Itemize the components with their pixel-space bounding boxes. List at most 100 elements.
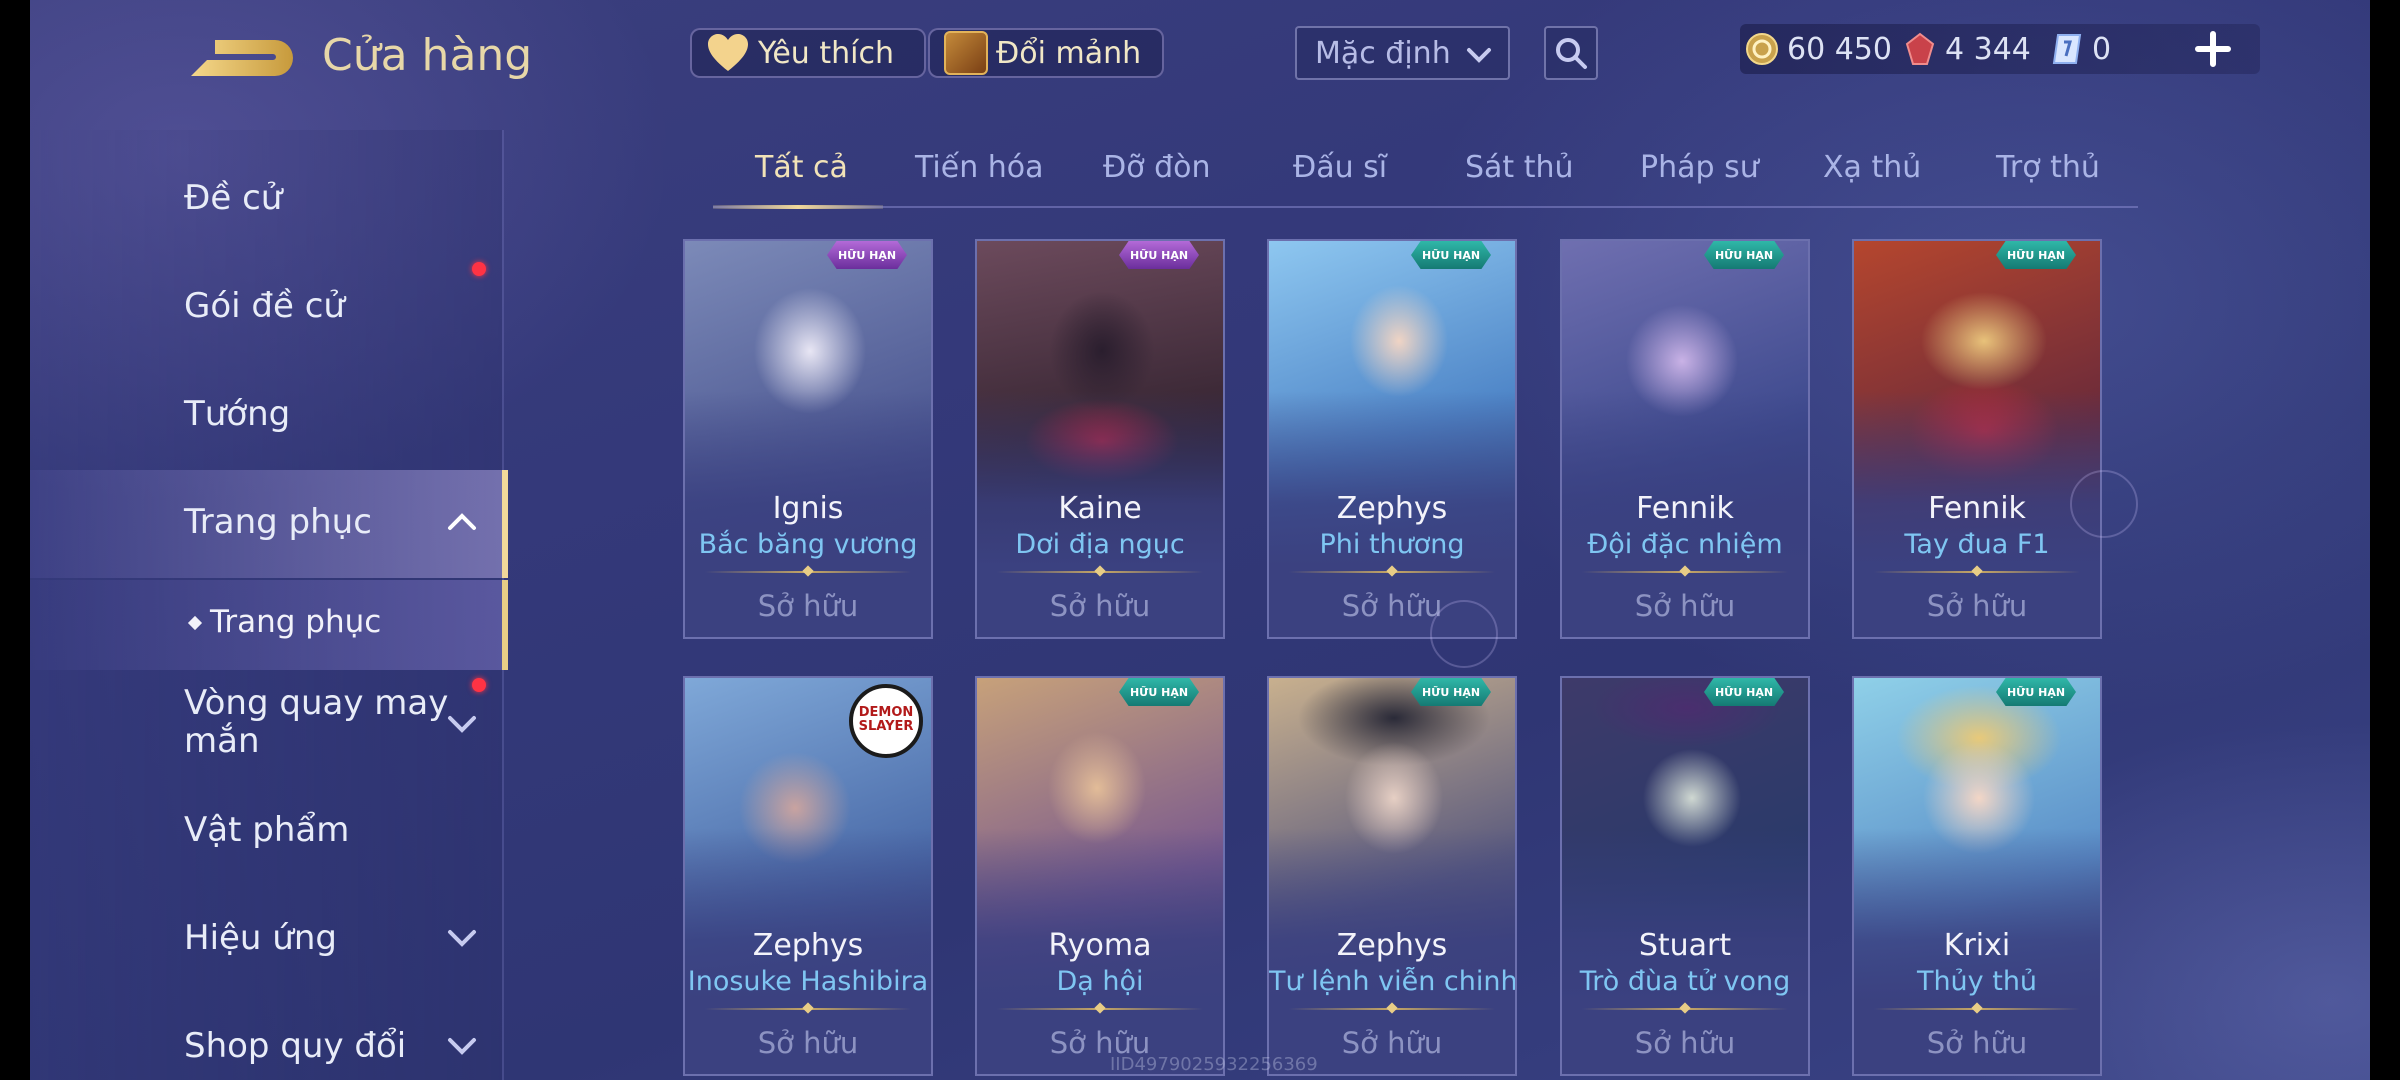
divider [1874,571,2080,573]
ruby-icon [1905,32,1935,65]
sidebar-item-label: Vòng quay may mắn [184,683,449,761]
skin-card[interactable]: AHỮU HẠN Zephys Phi thương Sở hữu [1267,239,1517,639]
skin-name: Tư lệnh viễn chinh [1269,966,1517,997]
add-currency-button[interactable] [2190,26,2236,72]
voucher-ticket-icon [2052,34,2082,64]
hero-name: Fennik [1636,491,1734,526]
hero-name: Ignis [772,491,844,526]
tab-marksman[interactable]: Xạ thủ [1823,150,1921,185]
tab-all[interactable]: Tất cả [755,150,848,185]
hero-name: Ryoma [1048,928,1152,963]
sidebar-item-recommended-bundles[interactable]: Gói đề cử [30,254,502,362]
sidebar-subitem-label: Trang phục [210,604,382,640]
decorative-ring [1430,600,1498,668]
owned-status: Sở hữu [757,589,859,623]
divider [705,571,911,573]
tab-fighter[interactable]: Đấu sĩ [1293,150,1387,185]
skin-name: Bắc băng vương [698,529,918,560]
sidebar-item-label: Đề cử [184,178,283,218]
sidebar-item-label: Hiệu ứng [184,918,337,958]
divider [1582,1008,1788,1010]
hero-name: Kaine [1058,491,1142,526]
back-arrow-icon [191,40,293,76]
limited-badge: AHỮU HẠN [1996,241,2076,269]
skin-card[interactable]: AHỮU HẠN Ryoma Dạ hội Sở hữu [975,676,1225,1076]
divider [1289,1008,1495,1010]
owned-status: Sở hữu [1634,1026,1736,1060]
sidebar-item-label: Gói đề cử [184,286,345,326]
skin-name: Tay đua F1 [1904,529,2050,560]
hero-name: Zephys [1336,928,1448,963]
tab-support[interactable]: Trợ thủ [1996,150,2100,185]
sidebar-item-label: Shop quy đổi [184,1026,407,1066]
limited-badge: AHỮU HẠN [1996,678,2076,706]
ticket-balance: 0 [2050,24,2111,74]
owned-status: Sở hữu [757,1026,859,1060]
limited-badge: SHỮU HẠN [1119,241,1199,269]
tab-mage[interactable]: Pháp sư [1640,150,1759,185]
chevron-up-icon [448,513,476,530]
sidebar-item-recommended[interactable]: Đề cử [30,146,502,254]
shard-chest-icon [944,31,988,75]
skin-card[interactable]: AHỮU HẠN Krixi Thủy thủ Sở hữu [1852,676,2102,1076]
skin-name: Inosuke Hashibira [687,966,929,997]
divider [705,1008,911,1010]
search-icon [1556,38,1587,69]
skin-name: Dơi địa ngục [1015,529,1185,560]
sidebar-subitem-skins[interactable]: Trang phục [30,580,508,670]
skin-name: Phi thương [1319,529,1465,560]
decorative-ring [2070,470,2138,538]
chevron-down-icon [448,716,476,733]
divider [997,1008,1203,1010]
sidebar-item-skins[interactable]: Trang phục [30,470,508,578]
heart-icon [708,34,748,71]
back-button[interactable] [185,30,305,90]
plus-icon [2195,31,2231,67]
limited-badge: AHỮU HẠN [1411,241,1491,269]
skin-card[interactable]: SHỮU HẠN Kaine Dơi địa ngục Sở hữu [975,239,1225,639]
skin-card[interactable]: AHỮU HẠN Fennik Tay đua F1 Sở hữu [1852,239,2102,639]
skin-card[interactable]: AHỮU HẠN Stuart Trò đùa tử vong Sở hữu [1560,676,1810,1076]
divider [1289,571,1495,573]
sidebar-item-items[interactable]: Vật phẩm [30,778,502,886]
sort-value: Mặc định [1315,35,1451,71]
skin-card[interactable]: DEMON SLAYER Zephys Inosuke Hashibira Sở… [683,676,933,1076]
hero-name: Fennik [1928,491,2026,526]
sort-dropdown[interactable]: Mặc định [1295,26,1510,80]
hero-name: Stuart [1638,928,1732,963]
category-tabs: Tất cả Tiến hóa Đỡ đòn Đấu sĩ Sát thủ Ph… [713,140,2138,209]
skin-name: Thủy thủ [1916,966,2038,997]
sidebar-item-lucky-wheel[interactable]: Vòng quay may mắn [30,670,502,786]
notification-dot [472,678,486,692]
tab-tank[interactable]: Đỡ đòn [1103,150,1211,185]
hero-name: Krixi [1943,928,2011,963]
owned-status: Sở hữu [1049,589,1151,623]
skin-name: Đội đặc nhiệm [1587,529,1783,560]
favorite-label: Yêu thích [758,35,894,71]
divider [997,571,1203,573]
sidebar-item-label: Vật phẩm [184,810,350,850]
tab-evolution[interactable]: Tiến hóa [915,150,1044,185]
limited-badge: AHỮU HẠN [1119,678,1199,706]
shop-screen: Cửa hàng Yêu thích Đổi mảnh Mặc định 60 … [30,0,2370,1080]
ticket-amount: 0 [2092,31,2112,67]
exchange-shards-button[interactable]: Đổi mảnh [928,28,1164,78]
search-button[interactable] [1544,26,1598,80]
skin-card[interactable]: AHỮU HẠN Fennik Đội đặc nhiệm Sở hữu [1560,239,1810,639]
sidebar-item-effects[interactable]: Hiệu ứng [30,886,502,994]
favorite-button[interactable]: Yêu thích [690,28,926,78]
divider [1874,1008,2080,1010]
skin-card[interactable]: AHỮU HẠN Zephys Tư lệnh viễn chinh Sở hữ… [1267,676,1517,1076]
tab-assassin[interactable]: Sát thủ [1465,150,1574,185]
sidebar-item-exchange-shop[interactable]: Shop quy đổi [30,994,502,1080]
bullet-diamond-icon [187,615,203,631]
gold-amount: 60 450 [1787,31,1892,67]
demon-slayer-logo: DEMON SLAYER [849,684,923,758]
ruby-amount: 4 344 [1945,31,2031,67]
skin-card[interactable]: SHỮU HẠN Ignis Bắc băng vương Sở hữu [683,239,933,639]
watermark: IID4979025932256369 [1110,1054,1318,1075]
sidebar-item-heroes[interactable]: Tướng [30,362,502,470]
owned-status: Sở hữu [1926,589,2028,623]
divider [1582,571,1788,573]
page-title: Cửa hàng [322,30,533,81]
